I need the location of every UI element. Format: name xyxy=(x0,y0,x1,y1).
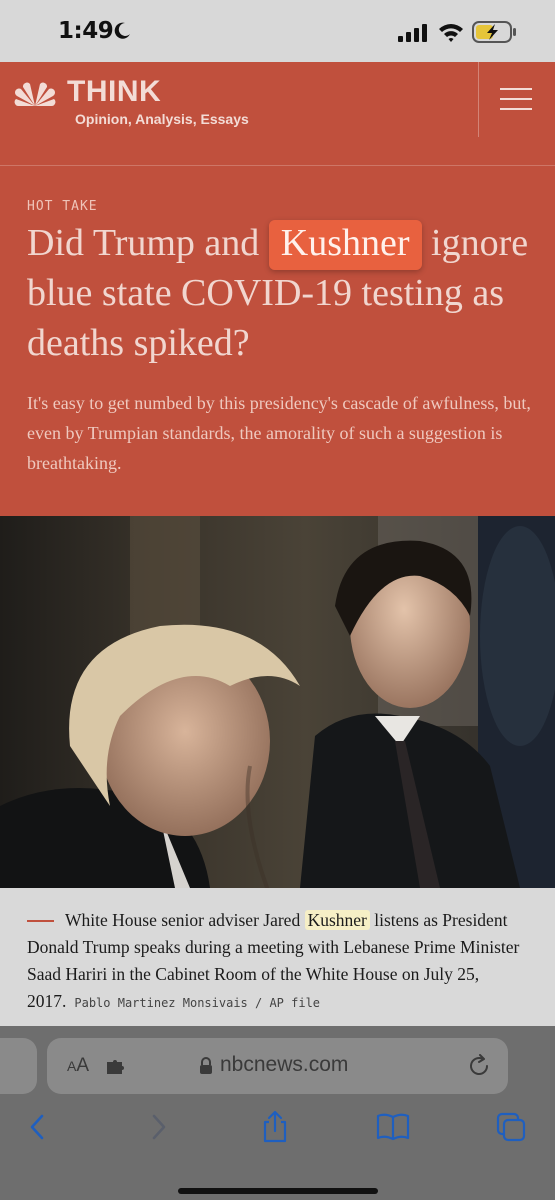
peacock-logo-icon[interactable] xyxy=(13,82,57,108)
hamburger-icon-bar xyxy=(500,98,532,100)
article-dek: It's easy to get numbed by this presiden… xyxy=(27,393,531,473)
tabs-icon[interactable] xyxy=(494,1110,530,1144)
photo-illustration xyxy=(0,516,555,888)
cellular-signal-icon xyxy=(398,24,427,42)
caption-text-before: White House senior adviser Jared xyxy=(65,910,305,930)
page-format-button[interactable]: AA xyxy=(67,1055,89,1077)
url-text: nbcnews.com xyxy=(220,1053,349,1076)
article-kicker: HOT TAKE xyxy=(27,199,98,214)
article-hero: HOT TAKE Did Trump and Kushner ignore bl… xyxy=(0,166,555,516)
article-photo xyxy=(0,516,555,888)
caption-credit: Pablo Martinez Monsivais / AP file xyxy=(74,996,321,1010)
headline-text-before: Did Trump and xyxy=(27,222,269,264)
back-icon[interactable] xyxy=(20,1110,56,1144)
header-divider xyxy=(478,62,479,137)
wifi-icon xyxy=(439,24,463,42)
brand-name[interactable]: THINK xyxy=(67,75,161,109)
reader-label-small: A xyxy=(67,1058,77,1074)
brand-tagline: Opinion, Analysis, Essays xyxy=(75,111,249,127)
home-indicator xyxy=(178,1188,378,1194)
forward-icon[interactable] xyxy=(140,1110,176,1144)
share-icon[interactable] xyxy=(257,1110,293,1144)
menu-button[interactable] xyxy=(500,88,532,114)
site-header: THINK Opinion, Analysis, Essays xyxy=(0,62,555,166)
extension-icon[interactable] xyxy=(105,1059,125,1075)
headline-highlight: Kushner xyxy=(268,220,422,270)
browser-chrome: AA nbcnews.com xyxy=(0,1026,555,1200)
battery-charging-icon xyxy=(472,21,516,43)
photo-caption: White House senior adviser Jared Kushner… xyxy=(0,888,555,1038)
status-bar: 1:49 xyxy=(0,0,555,62)
caption-highlight: Kushner xyxy=(304,910,370,930)
article-headline: Did Trump and Kushner ignore blue state … xyxy=(27,218,532,368)
moon-icon xyxy=(114,22,130,39)
lock-icon xyxy=(200,1057,212,1074)
reload-icon[interactable] xyxy=(467,1054,491,1078)
bookmarks-icon[interactable] xyxy=(375,1110,411,1144)
previous-tab-pill[interactable] xyxy=(0,1038,37,1094)
hamburger-icon-bar xyxy=(500,108,532,110)
address-bar[interactable]: AA nbcnews.com xyxy=(47,1038,508,1094)
reader-label-large: A xyxy=(76,1055,90,1076)
hamburger-icon-bar xyxy=(500,88,532,90)
status-time: 1:49 xyxy=(58,18,114,44)
caption-text: White House senior adviser Jared Kushner… xyxy=(27,907,532,1017)
browser-toolbar xyxy=(0,1102,555,1152)
